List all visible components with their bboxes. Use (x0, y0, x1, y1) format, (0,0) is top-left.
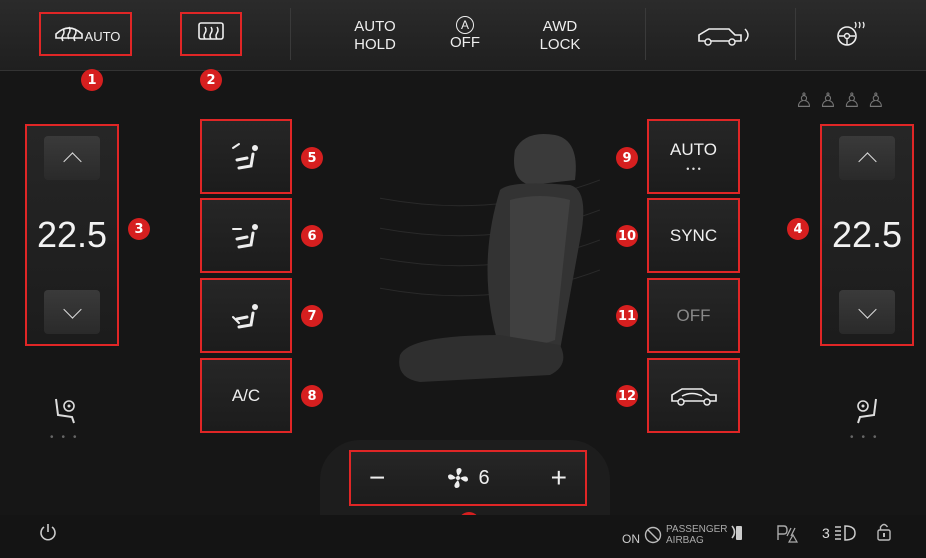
passenger-temperature: 22.5 (831, 214, 903, 255)
sync-button[interactable]: SYNC (647, 198, 740, 273)
driver-temp-up-button[interactable] (44, 136, 100, 180)
face-foot-vent-icon (232, 223, 258, 248)
seat-fan-icon (857, 398, 877, 424)
fan-level: 6 (478, 466, 490, 489)
annotation-badge: 3 (128, 218, 150, 240)
fan-level-display: 6 (446, 466, 490, 490)
foot-vent-icon (232, 303, 258, 328)
divider (645, 8, 646, 60)
ac-button[interactable]: A/C (200, 358, 292, 433)
seatbelt-icon: ♙ (842, 90, 861, 112)
sync-label: SYNC (669, 225, 718, 245)
passenger-temp-up-button[interactable] (839, 136, 895, 180)
annotation-badge: 6 (301, 225, 323, 247)
wiper-warning-icon (775, 522, 799, 549)
passenger-seat-ventilation-button[interactable] (852, 395, 880, 430)
auto-hold-button[interactable]: AUTO HOLD (345, 18, 405, 54)
power-icon (40, 524, 56, 541)
annotation-badge: 12 (616, 385, 638, 407)
chevron-up-icon (857, 151, 877, 171)
passenger-label: PASSENGER (666, 524, 728, 535)
ac-label: A/C (231, 385, 261, 405)
chevron-down-icon (62, 299, 82, 319)
vent-face-foot-button[interactable] (200, 198, 292, 273)
headlight-level: 3 (822, 525, 830, 541)
divider (795, 8, 796, 60)
awd-lock-line2: LOCK (539, 36, 581, 53)
auto-stop-off-label: OFF (450, 34, 480, 51)
passenger-temp-down-button[interactable] (839, 290, 895, 334)
seat-fan-icon (55, 398, 75, 424)
passenger-airbag-label: PASSENGER AIRBAG (666, 524, 728, 546)
auto-label: AUTO (670, 139, 717, 159)
seatbelt-icon: ♙ (795, 90, 813, 112)
driver-seat-level-dots: ••• (50, 432, 85, 443)
auto-climate-button[interactable]: AUTO • • • (647, 119, 740, 194)
driver-seat-ventilation-button[interactable] (52, 395, 80, 430)
annotation-badge: 9 (616, 147, 638, 169)
vent-foot-button[interactable] (200, 278, 292, 353)
annotation-badge: 7 (301, 305, 323, 327)
seatbelt-icon: ♙ (818, 90, 837, 112)
annotation-badge: 4 (787, 218, 809, 240)
annotation-badge: 11 (616, 305, 638, 327)
headlight-level-indicator: 3 (822, 524, 859, 542)
chevron-up-icon (62, 151, 82, 171)
car-recirculation-icon (670, 387, 717, 406)
annotation-badge: 10 (616, 225, 638, 247)
airbag-label: AIRBAG (666, 535, 704, 546)
climate-off-button[interactable]: OFF (647, 278, 740, 353)
driver-temperature-control: 22.5 (25, 124, 119, 346)
chevron-down-icon (857, 299, 877, 319)
awd-lock-line1: AWD (542, 18, 578, 35)
air-recirculation-button[interactable] (647, 358, 740, 433)
annotation-badge: 2 (200, 69, 222, 91)
awd-lock-button[interactable]: AWD LOCK (530, 18, 590, 54)
auto-stop-icon: A (456, 16, 474, 34)
headlight-leveling-icon (834, 525, 856, 541)
passenger-seat-level-dots: ••• (850, 432, 885, 443)
car-recirculation-icon (698, 28, 749, 46)
annotation-badge: 1 (81, 69, 103, 91)
seat-illustration (259, 120, 601, 420)
wireless-charging-icon (728, 522, 746, 549)
auto-hold-line1: AUTO (354, 18, 396, 35)
fan-decrease-button[interactable]: − (369, 462, 385, 494)
airbag-off-icon (644, 526, 662, 544)
seatbelt-indicators: ♙ ♙ ♙ ♙ (795, 88, 885, 113)
child-lock-icon (876, 522, 892, 547)
air-recirculation-top-button[interactable] (690, 18, 760, 52)
annotation-badge: 5 (301, 147, 323, 169)
airbag-on-label: ON (622, 532, 640, 546)
auto-hold-line2: HOLD (354, 36, 396, 53)
driver-temperature: 22.5 (36, 214, 108, 255)
fan-icon (448, 468, 469, 488)
passenger-airbag-status: ON PASSENGER AIRBAG (622, 524, 728, 546)
auto-level-dots: • • • (686, 163, 701, 174)
annotation-box (180, 12, 242, 56)
fan-speed-control: − 6 + (349, 450, 587, 506)
seatbelt-icon: ♙ (866, 90, 885, 112)
fan-increase-button[interactable]: + (551, 462, 567, 494)
divider (290, 8, 291, 60)
heated-steering-icon (837, 21, 865, 46)
passenger-temperature-control: 22.5 (820, 124, 914, 346)
face-vent-icon (232, 142, 258, 169)
auto-stop-start-button[interactable]: A OFF (440, 16, 490, 52)
annotation-box (39, 12, 132, 56)
driver-temp-down-button[interactable] (44, 290, 100, 334)
heated-steering-button[interactable] (830, 14, 870, 54)
power-button[interactable] (38, 522, 58, 547)
annotation-badge: 8 (301, 385, 323, 407)
off-label: OFF (676, 305, 711, 325)
vent-face-button[interactable] (200, 119, 292, 194)
